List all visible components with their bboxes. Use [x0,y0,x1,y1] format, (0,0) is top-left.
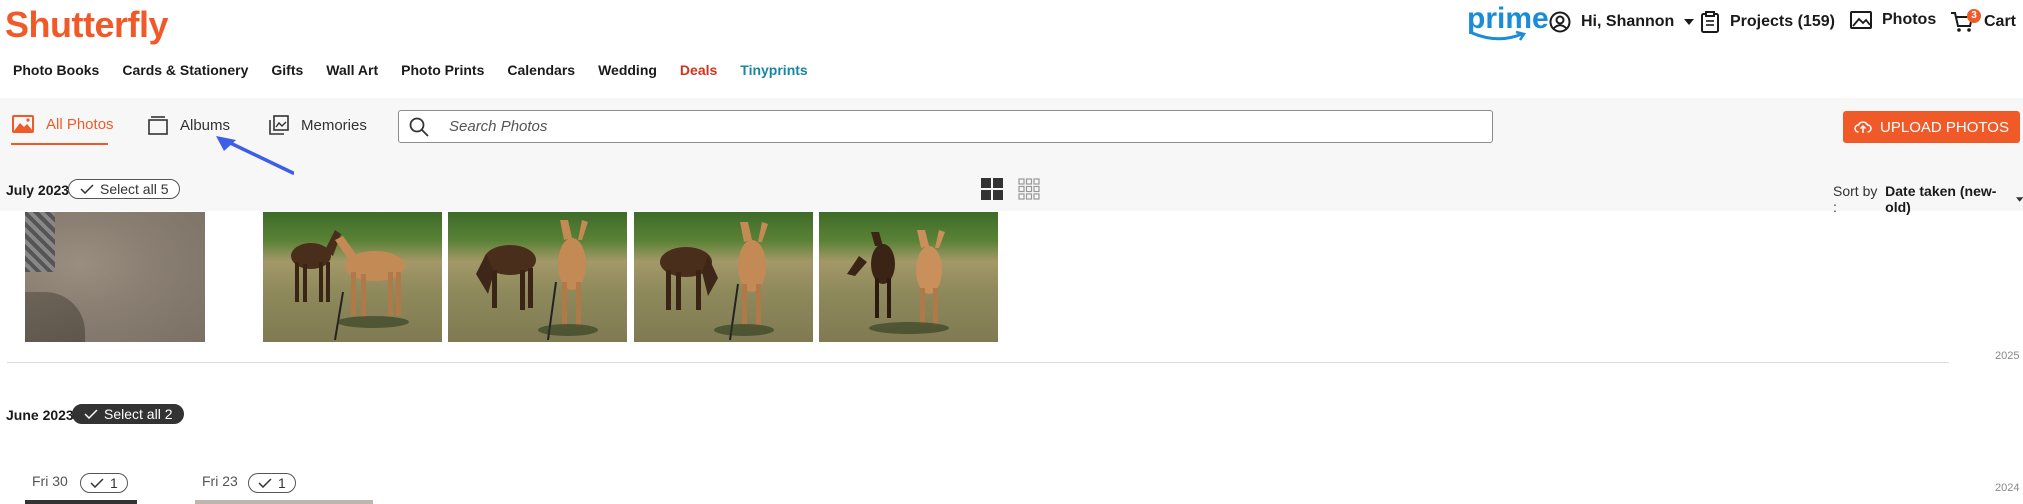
check-icon [90,478,104,488]
upload-photos-button[interactable]: UPLOAD PHOTOS [1843,111,2020,143]
horse-photo-image [660,222,774,341]
sort-dropdown[interactable]: Sort by : Date taken (new-old) [1833,183,2023,215]
horse-photo-image [291,230,409,341]
tab-albums[interactable]: Albums [148,115,230,135]
tab-all-photos[interactable]: All Photos [12,115,114,133]
photo-thumbnail[interactable] [195,500,373,504]
nav-wedding[interactable]: Wedding [598,62,657,78]
select-all-june-button[interactable]: Select all 2 [72,404,185,424]
search-input[interactable] [447,117,1431,136]
category-nav: Photo Books Cards & Stationery Gifts Wal… [13,62,808,78]
large-grid-view-icon[interactable] [981,178,1003,200]
photo-thumbnail[interactable] [25,212,205,342]
album-icon [148,116,168,135]
nav-tinyprints[interactable]: Tinyprints [740,62,807,78]
tab-albums-label: Albums [180,116,231,134]
nav-deals[interactable]: Deals [680,62,717,78]
photo-thumbnail[interactable] [634,212,813,342]
greeting-label: Hi, Shannon [1581,13,1675,30]
nav-photo-books[interactable]: Photo Books [13,62,99,78]
caret-down-icon [1684,19,1695,25]
check-icon [84,409,98,419]
select-all-july-label: Select all 5 [100,181,169,197]
account-menu[interactable]: Hi, Shannon [1549,11,1695,33]
day-label: Fri 30 [32,473,68,489]
search-bar[interactable] [398,110,1493,143]
cart-count-badge: 3 [1967,9,1981,23]
day-label: Fri 23 [202,473,238,489]
select-day-count: 1 [110,475,118,491]
group-divider [7,362,1949,363]
image-icon [12,115,34,133]
timeline-year-2025[interactable]: 2025 [1995,350,2019,362]
check-icon [80,184,94,194]
select-day-button[interactable]: 1 [80,473,128,493]
group-date-july: July 2023 [6,182,70,198]
tab-all-photos-label: All Photos [46,115,114,133]
horse-photo-image [476,220,598,341]
projects-link[interactable]: Projects (159) [1700,11,1835,33]
select-all-june-label: Select all 2 [104,406,173,422]
shutterfly-logo[interactable]: Shutterfly [5,4,169,46]
cart-link[interactable]: Cart [1950,11,2016,33]
select-day-count: 1 [278,475,286,491]
photos-label: Photos [1882,11,1937,28]
timeline-year-2024[interactable]: 2024 [1995,482,2019,494]
group-date-june: June 2023 [6,407,74,423]
prime-smile-icon [1471,30,1527,41]
photo-thumbnail[interactable] [263,212,442,342]
projects-label: Projects (159) [1730,13,1835,30]
cart-label: Cart [1984,13,2017,30]
horse-photo-image [847,230,949,334]
annotation-arrow-icon [216,136,294,175]
upload-photos-label: UPLOAD PHOTOS [1880,118,2009,136]
select-day-button[interactable]: 1 [248,473,296,493]
tab-memories[interactable]: Memories [269,115,367,135]
active-tab-indicator [11,143,108,145]
sort-label: Sort by : [1833,183,1878,215]
photo-icon [1850,11,1872,29]
memories-icon [269,115,289,135]
nav-gifts[interactable]: Gifts [271,62,303,78]
photo-thumbnail[interactable] [819,212,998,342]
nav-photo-prints[interactable]: Photo Prints [401,62,484,78]
sort-value: Date taken (new-old) [1885,183,1997,215]
caret-down-icon [2015,196,2023,202]
clipboard-icon [1701,11,1719,33]
cloud-upload-icon [1854,121,1872,133]
small-grid-view-icon[interactable] [1018,178,1040,200]
check-icon [258,478,272,488]
select-all-july-button[interactable]: Select all 5 [68,179,181,199]
photo-thumbnail[interactable] [448,212,627,342]
nav-cards-stationery[interactable]: Cards & Stationery [122,62,248,78]
nav-calendars[interactable]: Calendars [507,62,575,78]
photos-link[interactable]: Photos [1850,11,1936,29]
photo-thumbnail[interactable] [25,500,137,504]
user-circle-icon [1549,11,1571,33]
nav-wall-art[interactable]: Wall Art [326,62,378,78]
tab-memories-label: Memories [301,116,367,134]
search-icon [409,117,429,137]
